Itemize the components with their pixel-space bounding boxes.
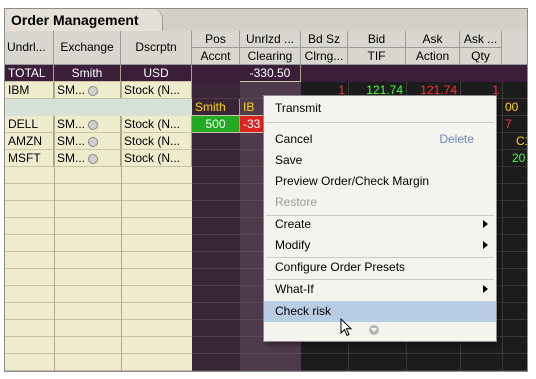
header-pos[interactable]: Pos (192, 31, 240, 48)
amzn-asksz: C1 (516, 134, 527, 148)
info-icon[interactable] (88, 85, 99, 96)
info-icon[interactable] (88, 119, 99, 130)
dell-exchange[interactable]: SM... (54, 116, 121, 133)
ibm-exchange-text: SM... (57, 83, 86, 97)
menu-item-save[interactable]: Save (264, 150, 496, 171)
ibm-undrl: IBM (5, 82, 54, 99)
msft-exchange[interactable]: SM... (54, 150, 121, 167)
total-undrl: TOTAL (5, 65, 54, 82)
msft-undrl: MSFT (5, 150, 54, 167)
header-clrng[interactable]: Clrng... (301, 48, 348, 65)
menu-item-modify-label: Modify (275, 238, 311, 252)
menu-item-check-risk[interactable]: Check risk (264, 301, 496, 322)
ibm-exchange[interactable]: SM... (54, 82, 121, 99)
header-ask[interactable]: Ask (406, 31, 460, 48)
header-exchange[interactable]: Exchange (54, 31, 121, 65)
title-bar: Order Management (5, 9, 527, 31)
total-currency: USD (121, 65, 192, 82)
submenu-arrow-icon (483, 241, 488, 249)
menu-item-preview-order[interactable]: Preview Order/Check Margin (264, 171, 496, 192)
total-exchange: Smith (54, 65, 121, 82)
amzn-undrl: AMZN (5, 133, 54, 150)
header-bdsz[interactable]: Bd Sz (301, 31, 348, 48)
chevron-down-icon (371, 328, 377, 332)
info-icon[interactable] (88, 153, 99, 164)
menu-item-create[interactable]: Create (264, 214, 496, 235)
dell-exchange-text: SM... (57, 117, 86, 131)
info-icon[interactable] (88, 136, 99, 147)
mouse-cursor-icon (340, 318, 353, 337)
dell-undrl: DELL (5, 116, 54, 133)
order-qty: 00 (505, 100, 519, 114)
menu-item-transmit[interactable]: Transmit (264, 98, 496, 119)
msft-exchange-text: SM... (57, 151, 86, 165)
header-asksz[interactable]: Ask ... (460, 31, 502, 48)
menu-item-what-if[interactable]: What-If (264, 279, 496, 300)
amzn-dscrptn: Stock (N... (121, 133, 192, 150)
header-tif[interactable]: TIF (348, 48, 406, 65)
scroll-down-icon[interactable] (369, 325, 379, 335)
menu-item-modify[interactable]: Modify (264, 235, 496, 256)
header-dscrptn[interactable]: Dscrptn (121, 31, 192, 65)
menu-item-configure-presets[interactable]: Configure Order Presets (264, 257, 496, 278)
menu-item-cancel-shortcut: Delete (439, 132, 474, 146)
amzn-exchange[interactable]: SM... (54, 133, 121, 150)
menu-item-create-label: Create (275, 217, 312, 231)
menu-item-cancel[interactable]: Cancel Delete (264, 129, 496, 150)
window-title-tab[interactable]: Order Management (5, 9, 163, 31)
total-unrlzd: -330.50 (240, 65, 301, 82)
menu-separator (266, 122, 494, 123)
context-menu: Transmit Cancel Delete Save Preview Orde… (263, 95, 497, 342)
order-accnt: Smith (192, 99, 240, 116)
menu-item-restore: Restore (275, 195, 318, 209)
header-extra (502, 31, 527, 65)
table-row-total[interactable]: TOTAL Smith USD -330.50 (5, 65, 527, 82)
dell-dscrptn: Stock (N... (121, 116, 192, 133)
msft-asksz: 20 (512, 151, 526, 165)
submenu-arrow-icon (483, 285, 488, 293)
header-accnt[interactable]: Accnt (192, 48, 240, 65)
submenu-arrow-icon (483, 220, 488, 228)
order-row-left-bg (5, 99, 192, 116)
dell-pos: 500 (192, 116, 240, 133)
header-unrlzd[interactable]: Unrlzd ... (240, 31, 301, 48)
header-action[interactable]: Action (406, 48, 460, 65)
amzn-exchange-text: SM... (57, 134, 86, 148)
header-qty[interactable]: Qty (460, 48, 502, 65)
header-clearing[interactable]: Clearing (240, 48, 301, 65)
ibm-dscrptn: Stock (N... (121, 82, 192, 99)
dell-asksz: 7 (505, 117, 512, 131)
msft-dscrptn: Stock (N... (121, 150, 192, 167)
menu-item-cancel-label: Cancel (275, 132, 313, 146)
menu-item-what-if-label: What-If (275, 282, 314, 296)
header-bid[interactable]: Bid (348, 31, 406, 48)
header-undrl[interactable]: Undrl... (5, 31, 54, 65)
